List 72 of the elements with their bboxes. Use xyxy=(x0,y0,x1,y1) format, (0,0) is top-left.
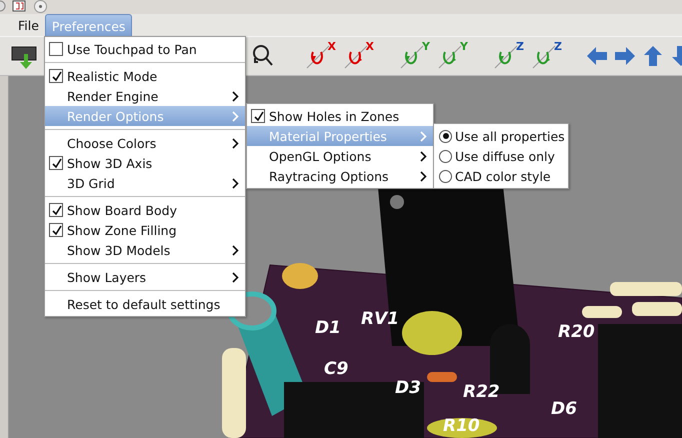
chevron-right-icon xyxy=(420,150,427,162)
silkscreen-label: R10 xyxy=(443,416,480,436)
chevron-right-icon xyxy=(232,138,239,148)
silkscreen-label: R20 xyxy=(558,322,595,342)
silkscreen-label: RV1 xyxy=(361,309,400,329)
menu-item[interactable]: Show 3D Axis xyxy=(45,153,245,173)
menu-item[interactable]: Raytracing Options xyxy=(247,166,433,186)
silkscreen-label: D3 xyxy=(395,378,421,398)
pin-icon[interactable] xyxy=(34,0,47,13)
menu-item-label: Use Touchpad to Pan xyxy=(67,42,198,56)
menu-item-label: OpenGL Options xyxy=(269,148,372,164)
menu-item[interactable]: Choose Colors xyxy=(45,133,245,153)
chevron-right-icon xyxy=(232,90,239,102)
menu-item-label: Render Engine xyxy=(67,88,160,104)
diode xyxy=(427,372,457,382)
radio-button[interactable] xyxy=(439,150,452,162)
silkscreen-label: D6 xyxy=(551,399,577,419)
menu-item-label: Reset to default settings xyxy=(67,296,222,312)
menu-item-label: Show Board Body xyxy=(67,202,178,218)
menu-item-label: Choose Colors xyxy=(67,136,158,150)
menu-item[interactable]: Use Touchpad to Pan xyxy=(45,39,245,59)
menu-item[interactable]: Show 3D Models xyxy=(45,240,245,260)
menu-item-label: Show Zone Filling xyxy=(67,222,178,238)
radio-button[interactable] xyxy=(439,130,452,142)
silkscreen-label: D1 xyxy=(315,318,341,338)
menu-item-label: Realistic Mode xyxy=(67,68,158,84)
arrow-up-icon[interactable] xyxy=(642,45,664,67)
checkbox[interactable] xyxy=(49,42,63,56)
chevron-right-icon xyxy=(420,170,427,182)
menu-item-label: Show Layers xyxy=(67,270,148,284)
menu-item-label: Show 3D Axis xyxy=(67,156,154,170)
menu-item[interactable]: Show Board Body xyxy=(45,200,245,220)
trimmer xyxy=(282,263,318,289)
checkbox[interactable] xyxy=(49,156,63,170)
checkbox[interactable] xyxy=(49,223,63,237)
menu-item-label[interactable]: Use diffuse only xyxy=(455,148,562,164)
resistor xyxy=(632,302,682,316)
chevron-right-icon xyxy=(232,244,239,256)
checkbox[interactable] xyxy=(49,203,63,217)
resistor xyxy=(582,306,622,318)
menu-item-label: Show Holes in Zones xyxy=(269,108,400,124)
menu-item-label[interactable]: CAD color style xyxy=(455,168,562,184)
arrow-left-icon[interactable] xyxy=(586,45,608,67)
menu-item-label: 3D Grid xyxy=(67,176,116,190)
ceramic-capacitor xyxy=(402,311,462,355)
menu-item-label: Material Properties xyxy=(269,128,388,144)
chevron-right-icon xyxy=(420,130,427,142)
menu-item[interactable]: 3D Grid xyxy=(45,173,245,193)
menu-item[interactable]: Show Holes in Zones xyxy=(247,106,433,126)
chevron-right-icon xyxy=(232,178,239,188)
checkbox[interactable] xyxy=(49,69,63,83)
menu-item[interactable]: File xyxy=(12,14,45,36)
silkscreen-label: R22 xyxy=(463,382,500,402)
radio-button[interactable] xyxy=(439,170,452,182)
menu-item[interactable]: Reset to default settings xyxy=(45,294,245,314)
arrow-right-icon[interactable] xyxy=(614,45,636,67)
menu-item[interactable]: Show Zone Filling xyxy=(45,220,245,240)
menu-item-label: Render Options xyxy=(67,108,165,124)
menu-item[interactable]: Render Engine xyxy=(45,86,245,106)
checkbox[interactable] xyxy=(251,109,265,123)
chevron-right-icon xyxy=(232,110,239,122)
zoom-fit-icon[interactable] xyxy=(252,44,274,68)
menu-item-label: Raytracing Options xyxy=(269,168,390,184)
menu-item[interactable]: Realistic Mode xyxy=(45,66,245,86)
menu-item-label[interactable]: Use all properties xyxy=(455,128,565,144)
menu-item-label: Show 3D Models xyxy=(67,242,172,258)
chevron-right-icon xyxy=(232,272,239,282)
resistor xyxy=(610,282,682,296)
silkscreen-label: C9 xyxy=(324,359,348,379)
menu-item[interactable]: Show Layers xyxy=(45,267,245,287)
menu-item[interactable]: OpenGL Options xyxy=(247,146,433,166)
ceramic-capacitor xyxy=(427,418,497,438)
